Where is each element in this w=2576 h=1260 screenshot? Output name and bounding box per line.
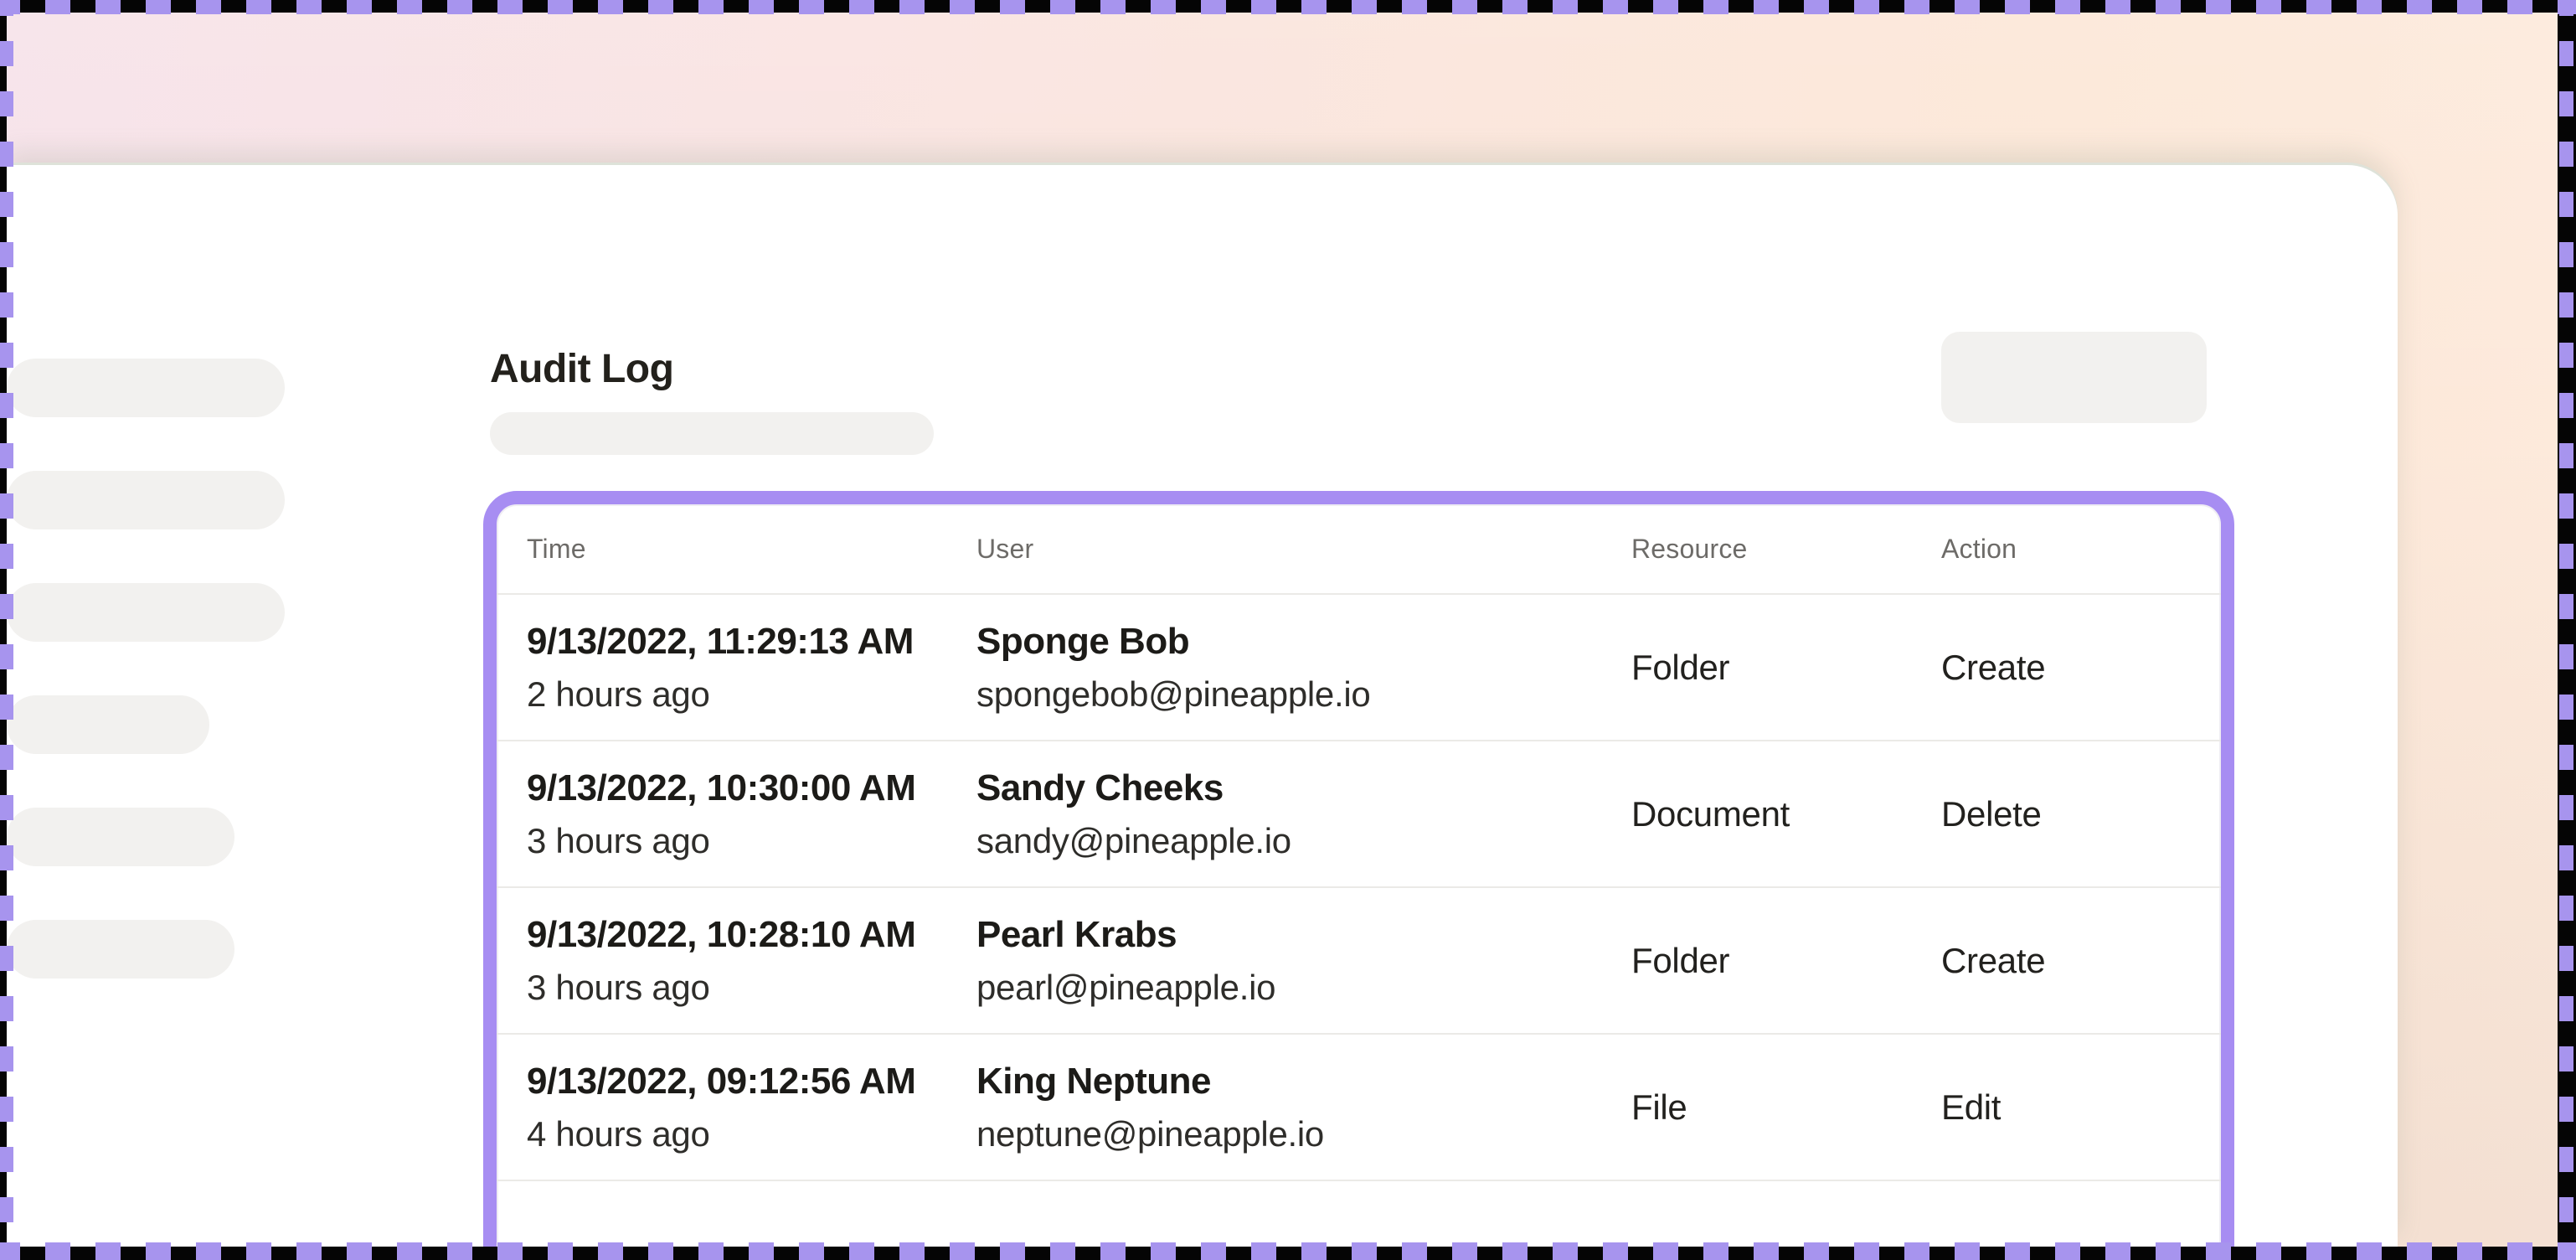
user-cell: King Neptune neptune@pineapple.io (976, 1062, 1631, 1153)
table-row: 9/13/2022, 10:28:10 AM 3 hours ago Pearl… (497, 886, 2221, 1033)
action-button-skeleton[interactable] (1941, 332, 2207, 423)
user-cell: Sandy Cheeks sandy@pineapple.io (976, 769, 1631, 860)
column-header-user: User (976, 534, 1631, 565)
user-email: spongebob@pineapple.io (976, 676, 1631, 713)
time-cell: 9/13/2022, 10:30:00 AM 3 hours ago (527, 769, 976, 860)
user-cell: Sponge Bob spongebob@pineapple.io (976, 622, 1631, 713)
resource-cell: Document (1631, 794, 1941, 834)
table-row-empty (497, 1180, 2221, 1247)
user-email: sandy@pineapple.io (976, 823, 1631, 860)
app-background-gradient: Audit Log Time User Resource Action 9/13… (7, 13, 2558, 1247)
timestamp: 9/13/2022, 10:28:10 AM (527, 916, 976, 954)
user-email: pearl@pineapple.io (976, 969, 1631, 1006)
column-header-action: Action (1941, 534, 2191, 565)
table-row: 9/13/2022, 10:30:00 AM 3 hours ago Sandy… (497, 740, 2221, 886)
action-cell: Create (1941, 941, 2191, 981)
audit-log-table: Time User Resource Action 9/13/2022, 11:… (483, 491, 2234, 1247)
timestamp: 9/13/2022, 11:29:13 AM (527, 622, 976, 661)
sidebar-skeleton-item (7, 583, 285, 642)
time-cell: 9/13/2022, 10:28:10 AM 3 hours ago (527, 916, 976, 1006)
user-cell: Pearl Krabs pearl@pineapple.io (976, 916, 1631, 1006)
time-cell: 9/13/2022, 09:12:56 AM 4 hours ago (527, 1062, 976, 1153)
user-name: Sandy Cheeks (976, 769, 1631, 808)
resource-cell: Folder (1631, 648, 1941, 688)
table-header-row: Time User Resource Action (497, 504, 2221, 593)
resource-cell: File (1631, 1087, 1941, 1128)
user-name: King Neptune (976, 1062, 1631, 1101)
user-name: Sponge Bob (976, 622, 1631, 661)
relative-time: 2 hours ago (527, 676, 976, 713)
table-row: 9/13/2022, 09:12:56 AM 4 hours ago King … (497, 1033, 2221, 1180)
sidebar-skeleton-item (7, 471, 285, 529)
timestamp: 9/13/2022, 10:30:00 AM (527, 769, 976, 808)
relative-time: 3 hours ago (527, 969, 976, 1006)
action-cell: Edit (1941, 1087, 2191, 1128)
time-cell: 9/13/2022, 11:29:13 AM 2 hours ago (527, 622, 976, 713)
sidebar-skeleton-item (7, 920, 234, 979)
relative-time: 4 hours ago (527, 1116, 976, 1153)
page-title: Audit Log (490, 346, 673, 393)
column-header-resource: Resource (1631, 534, 1941, 565)
user-name: Pearl Krabs (976, 916, 1631, 954)
action-cell: Create (1941, 648, 2191, 688)
column-header-time: Time (527, 534, 976, 565)
sidebar-skeleton-item (7, 359, 285, 417)
resource-cell: Folder (1631, 941, 1941, 981)
action-cell: Delete (1941, 794, 2191, 834)
subtitle-skeleton (490, 412, 934, 455)
relative-time: 3 hours ago (527, 823, 976, 860)
sidebar-skeleton-item (7, 695, 209, 754)
table-row: 9/13/2022, 11:29:13 AM 2 hours ago Spong… (497, 593, 2221, 740)
user-email: neptune@pineapple.io (976, 1116, 1631, 1153)
sidebar-skeleton-item (7, 808, 234, 866)
screenshot-frame: Audit Log Time User Resource Action 9/13… (0, 0, 2576, 1260)
timestamp: 9/13/2022, 09:12:56 AM (527, 1062, 976, 1101)
dashed-border-right (2559, 0, 2573, 1260)
